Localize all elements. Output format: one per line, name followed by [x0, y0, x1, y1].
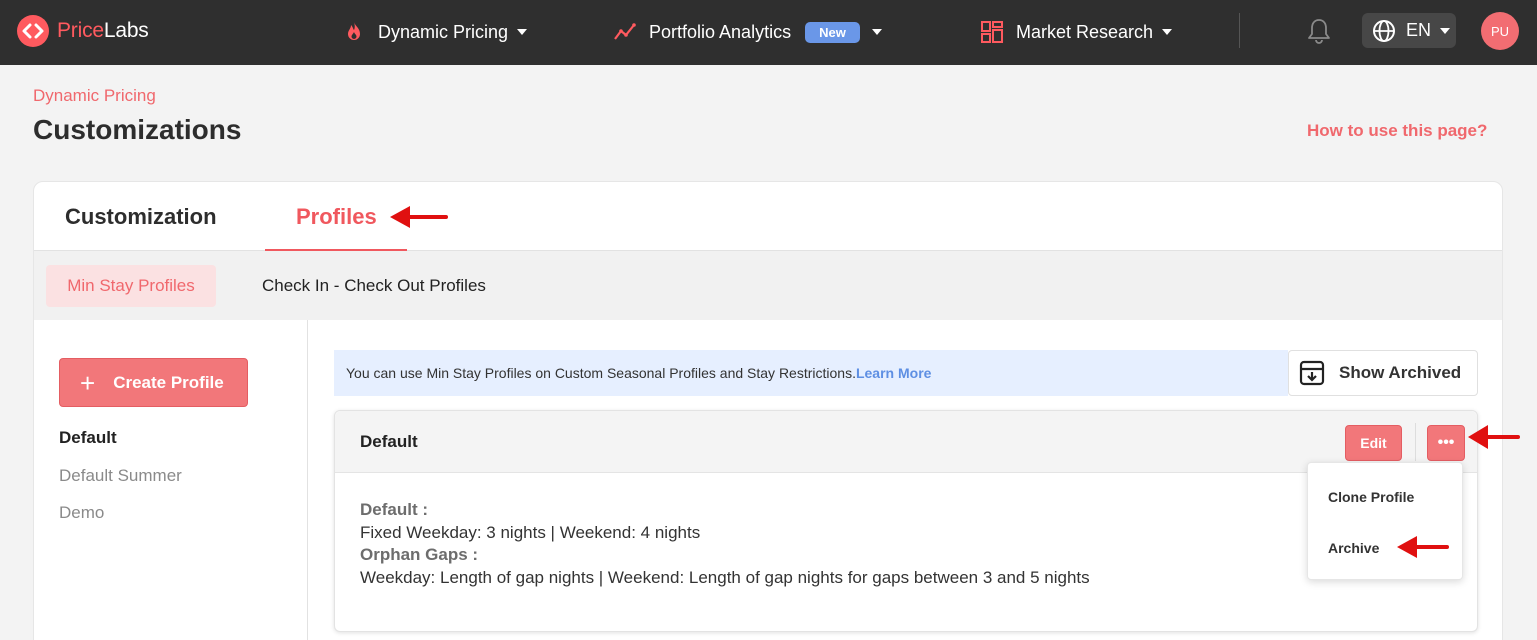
annotation-arrow-icon [1397, 536, 1449, 558]
user-avatar[interactable]: PU [1481, 12, 1519, 50]
bell-icon[interactable] [1306, 17, 1332, 45]
chevron-down-icon [1440, 27, 1451, 34]
more-options-menu: Clone Profile Archive [1307, 462, 1463, 580]
subtab-min-stay-profiles[interactable]: Min Stay Profiles [46, 265, 216, 307]
help-link[interactable]: How to use this page? [1307, 121, 1487, 141]
archive-box-icon [1299, 360, 1325, 386]
subtab-checkin-checkout-profiles[interactable]: Check In - Check Out Profiles [262, 276, 486, 296]
grid-dashboard-icon [981, 21, 1003, 43]
brand-logo[interactable]: PriceLabs [17, 15, 149, 47]
page-title: Customizations [33, 114, 242, 145]
annotation-arrow-icon [390, 206, 448, 228]
brand-name: PriceLabs [57, 19, 149, 42]
pricelabs-logo-icon [17, 15, 49, 47]
profile-rule-label: Default : [360, 500, 428, 519]
plus-icon: + [80, 367, 96, 398]
globe-icon [1373, 19, 1395, 42]
info-banner: You can use Min Stay Profiles on Custom … [334, 350, 1288, 396]
show-archived-label: Show Archived [1339, 363, 1462, 382]
edit-profile-button[interactable]: Edit [1345, 425, 1402, 461]
header-divider [1415, 423, 1416, 461]
create-profile-label: Create Profile [113, 372, 224, 392]
archive-menu-item[interactable]: Archive [1328, 540, 1379, 556]
tab-profiles[interactable]: Profiles [296, 204, 377, 230]
main-card: Customization Profiles Min Stay Profiles… [33, 181, 1503, 640]
chevron-down-icon [517, 29, 528, 35]
profile-list-item[interactable]: Default Summer [59, 466, 182, 486]
nav-market-research[interactable]: Market Research [980, 18, 1173, 46]
trend-chart-icon [614, 23, 636, 40]
chevron-down-icon [1162, 29, 1173, 35]
nav-dynamic-pricing[interactable]: Dynamic Pricing [342, 18, 528, 46]
language-selector[interactable]: EN [1362, 13, 1456, 48]
chevron-down-icon [871, 29, 882, 35]
nav-portfolio-analytics[interactable]: Portfolio Analytics New [613, 18, 882, 46]
nav-divider [1239, 13, 1240, 48]
show-archived-button[interactable]: Show Archived [1288, 350, 1478, 396]
clone-profile-menu-item[interactable]: Clone Profile [1328, 489, 1414, 505]
profile-list-item[interactable]: Default [59, 428, 117, 448]
top-navbar: PriceLabs Dynamic Pricing Portfolio Anal… [0, 0, 1537, 65]
nav-item-label: Portfolio Analytics [649, 21, 792, 42]
flame-icon [348, 22, 360, 40]
tab-bar: Customization Profiles [34, 182, 1502, 252]
learn-more-link[interactable]: Learn More [856, 365, 931, 381]
more-options-button[interactable]: ••• [1427, 425, 1465, 461]
new-badge: New [805, 21, 860, 43]
create-profile-button[interactable]: + Create Profile [59, 358, 248, 407]
profile-card-title: Default [360, 432, 418, 451]
profile-list-item[interactable]: Demo [59, 503, 104, 523]
orphan-gaps-label: Orphan Gaps : [360, 545, 479, 564]
orphan-gaps-text: Weekday: Length of gap nights | Weekend:… [360, 567, 1090, 587]
annotation-arrow-icon [1468, 425, 1520, 449]
profile-rule-text: Fixed Weekday: 3 nights | Weekend: 4 nig… [360, 522, 701, 542]
profile-card-body: Default : Fixed Weekday: 3 nights | Week… [360, 499, 1090, 589]
nav-item-label: Market Research [1016, 21, 1154, 42]
info-banner-text: You can use Min Stay Profiles on Custom … [346, 365, 856, 381]
tab-customization[interactable]: Customization [65, 204, 217, 230]
language-code: EN [1406, 20, 1432, 40]
profile-card-header: Default Edit ••• [335, 411, 1477, 473]
nav-item-label: Dynamic Pricing [378, 21, 509, 42]
breadcrumb[interactable]: Dynamic Pricing [33, 86, 156, 106]
subtab-bar: Min Stay Profiles Check In - Check Out P… [34, 251, 1502, 320]
profile-sidebar: + Create Profile Default Default Summer … [34, 320, 308, 640]
